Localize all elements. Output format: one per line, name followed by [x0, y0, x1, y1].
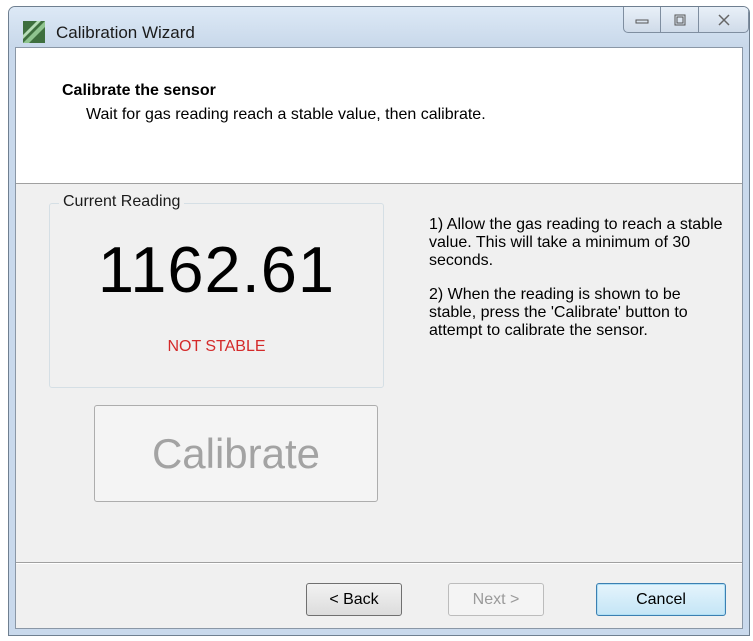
window-title: Calibration Wizard	[56, 23, 195, 42]
wizard-app-icon	[23, 21, 45, 43]
next-button[interactable]: Next >	[448, 583, 544, 616]
wizard-client-area: Calibrate the sensor Wait for gas readin…	[15, 47, 743, 629]
current-reading-label: Current Reading	[59, 193, 185, 211]
maximize-button[interactable]	[661, 7, 699, 33]
close-button[interactable]	[699, 7, 749, 33]
calibration-wizard-window: Calibration Wizard Calibrate the sensor …	[8, 6, 750, 636]
footer-divider	[16, 562, 742, 563]
cancel-button[interactable]: Cancel	[596, 583, 726, 616]
step-subtitle: Wait for gas reading reach a stable valu…	[86, 106, 486, 123]
step-title: Calibrate the sensor	[62, 82, 216, 99]
minimize-button[interactable]	[623, 7, 661, 33]
instructions-text: 1) Allow the gas reading to reach a stab…	[429, 216, 729, 356]
calibrate-button[interactable]: Calibrate	[94, 405, 378, 502]
instruction-step-2: 2) When the reading is shown to be stabl…	[429, 286, 688, 339]
wizard-header: Calibrate the sensor Wait for gas readin…	[16, 48, 742, 184]
minimize-icon	[635, 19, 649, 23]
back-button[interactable]: < Back	[306, 583, 402, 616]
caption-buttons	[623, 7, 749, 33]
close-icon	[717, 13, 730, 26]
title-bar[interactable]: Calibration Wizard	[9, 7, 749, 47]
maximize-icon	[674, 14, 685, 25]
instruction-step-1: 1) Allow the gas reading to reach a stab…	[429, 216, 723, 269]
stability-status: NOT STABLE	[167, 338, 266, 355]
reading-value: 1162.61	[97, 233, 336, 306]
